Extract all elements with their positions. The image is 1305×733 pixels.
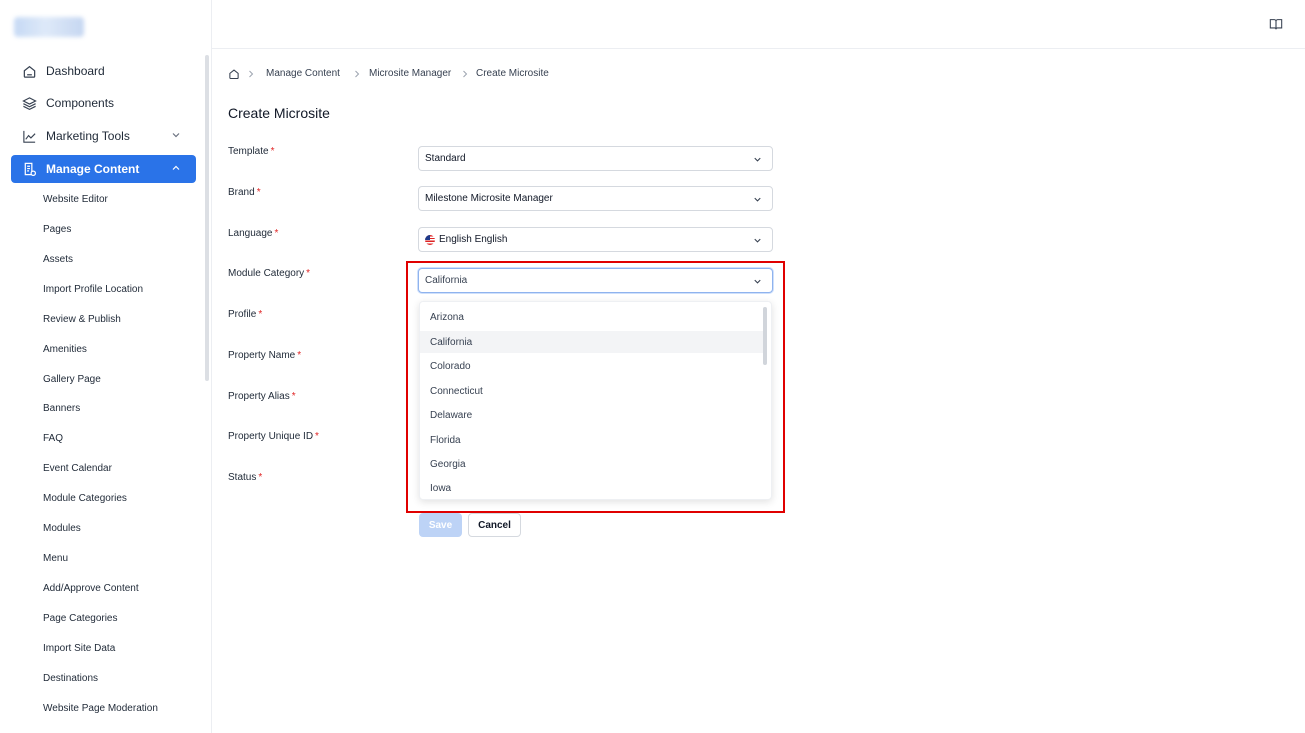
field-label-template: Template * <box>228 146 275 157</box>
sidebar-subitem[interactable]: Website Editor <box>43 193 108 207</box>
dropdown-option[interactable]: Delaware <box>420 404 765 426</box>
document-icon <box>21 161 37 177</box>
dropdown-scrollbar[interactable] <box>763 307 767 365</box>
module-category-select[interactable]: California <box>418 268 773 293</box>
sidebar: Dashboard Components Marketing Tools Man… <box>0 0 212 733</box>
chevron-right-icon <box>247 69 255 79</box>
dropdown-option-selected[interactable]: California <box>420 331 765 353</box>
dropdown-option[interactable]: Arizona <box>420 306 765 328</box>
sidebar-item-marketing-tools[interactable]: Marketing Tools <box>11 122 196 150</box>
select-value: English English <box>439 234 508 245</box>
dropdown-option[interactable]: Colorado <box>420 355 765 377</box>
sidebar-item-label: Dashboard <box>46 64 105 78</box>
module-category-dropdown: Arizona California Colorado Connecticut … <box>419 301 772 500</box>
field-label-language: Language * <box>228 228 279 239</box>
cancel-button[interactable]: Cancel <box>468 513 521 537</box>
breadcrumb-item[interactable]: Manage Content <box>266 68 340 79</box>
field-label-property-name: Property Name * <box>228 350 302 361</box>
field-label-brand: Brand * <box>228 187 261 198</box>
brand-select[interactable]: Milestone Microsite Manager <box>418 186 773 211</box>
chevron-right-icon <box>353 69 361 79</box>
sidebar-subitem[interactable]: Gallery Page <box>43 373 101 387</box>
language-select[interactable]: English English <box>418 227 773 252</box>
home-icon[interactable] <box>228 68 240 80</box>
dropdown-option[interactable]: Florida <box>420 429 765 451</box>
field-label-status: Status * <box>228 472 263 483</box>
select-value: California <box>425 275 468 286</box>
book-icon[interactable] <box>1269 17 1283 31</box>
sidebar-subitem[interactable]: Destinations <box>43 672 98 686</box>
sidebar-subitem[interactable]: Pages <box>43 223 71 237</box>
sidebar-subitem[interactable]: Website Page Moderation <box>43 702 158 716</box>
sidebar-subitem[interactable]: Assets <box>43 253 73 267</box>
sidebar-subitem[interactable]: Import Site Data <box>43 642 115 656</box>
dropdown-option[interactable]: Georgia <box>420 453 765 475</box>
select-value: Standard <box>425 153 466 164</box>
chevron-up-icon <box>170 162 184 176</box>
sidebar-subitem[interactable]: Add/Approve Content <box>43 582 139 596</box>
sidebar-item-label: Components <box>46 96 115 110</box>
sidebar-subitem[interactable]: Banners <box>43 402 80 416</box>
sidebar-subitem[interactable]: Page Categories <box>43 612 118 626</box>
sidebar-subitem[interactable]: Modules <box>43 522 81 536</box>
chevron-down-icon <box>752 235 763 246</box>
chevron-down-icon <box>752 276 763 287</box>
sidebar-subitem[interactable]: Amenities <box>43 343 87 357</box>
sidebar-item-manage-content[interactable]: Manage Content <box>11 155 196 183</box>
breadcrumb-item[interactable]: Microsite Manager <box>369 68 451 79</box>
chevron-right-icon <box>461 69 469 79</box>
sidebar-scrollbar[interactable] <box>205 55 209 381</box>
sidebar-item-label: Manage Content <box>46 162 140 176</box>
brand-logo <box>14 17 84 37</box>
chart-line-icon <box>21 128 37 144</box>
sidebar-subitem[interactable]: Event Calendar <box>43 462 112 476</box>
chevron-down-icon <box>170 129 184 143</box>
sidebar-subitem[interactable]: Review & Publish <box>43 313 121 327</box>
select-value: Milestone Microsite Manager <box>425 193 553 204</box>
page-title: Create Microsite <box>228 105 330 121</box>
dropdown-option[interactable]: Iowa <box>420 477 765 499</box>
chevron-down-icon <box>752 154 763 165</box>
sidebar-subitem[interactable]: Import Profile Location <box>43 283 143 297</box>
template-select[interactable]: Standard <box>418 146 773 171</box>
us-flag-icon <box>425 234 435 245</box>
save-button[interactable]: Save <box>419 513 462 537</box>
field-label-property-unique-id: Property Unique ID * <box>228 431 319 442</box>
sidebar-subitem[interactable]: Menu <box>43 552 68 566</box>
field-label-property-alias: Property Alias * <box>228 391 296 402</box>
sidebar-subitem[interactable]: FAQ <box>43 432 63 446</box>
layers-icon <box>21 95 37 111</box>
field-label-profile: Profile * <box>228 309 263 320</box>
sidebar-subitem[interactable]: Module Categories <box>43 492 127 506</box>
top-header <box>212 0 1305 49</box>
sidebar-item-label: Marketing Tools <box>46 129 130 143</box>
home-icon <box>21 63 37 79</box>
dropdown-option[interactable]: Connecticut <box>420 380 765 402</box>
breadcrumb-current: Create Microsite <box>476 68 549 79</box>
sidebar-item-dashboard[interactable]: Dashboard <box>11 57 196 85</box>
chevron-down-icon <box>752 194 763 205</box>
sidebar-item-components[interactable]: Components <box>11 89 196 117</box>
field-label-module-category: Module Category * <box>228 268 311 279</box>
